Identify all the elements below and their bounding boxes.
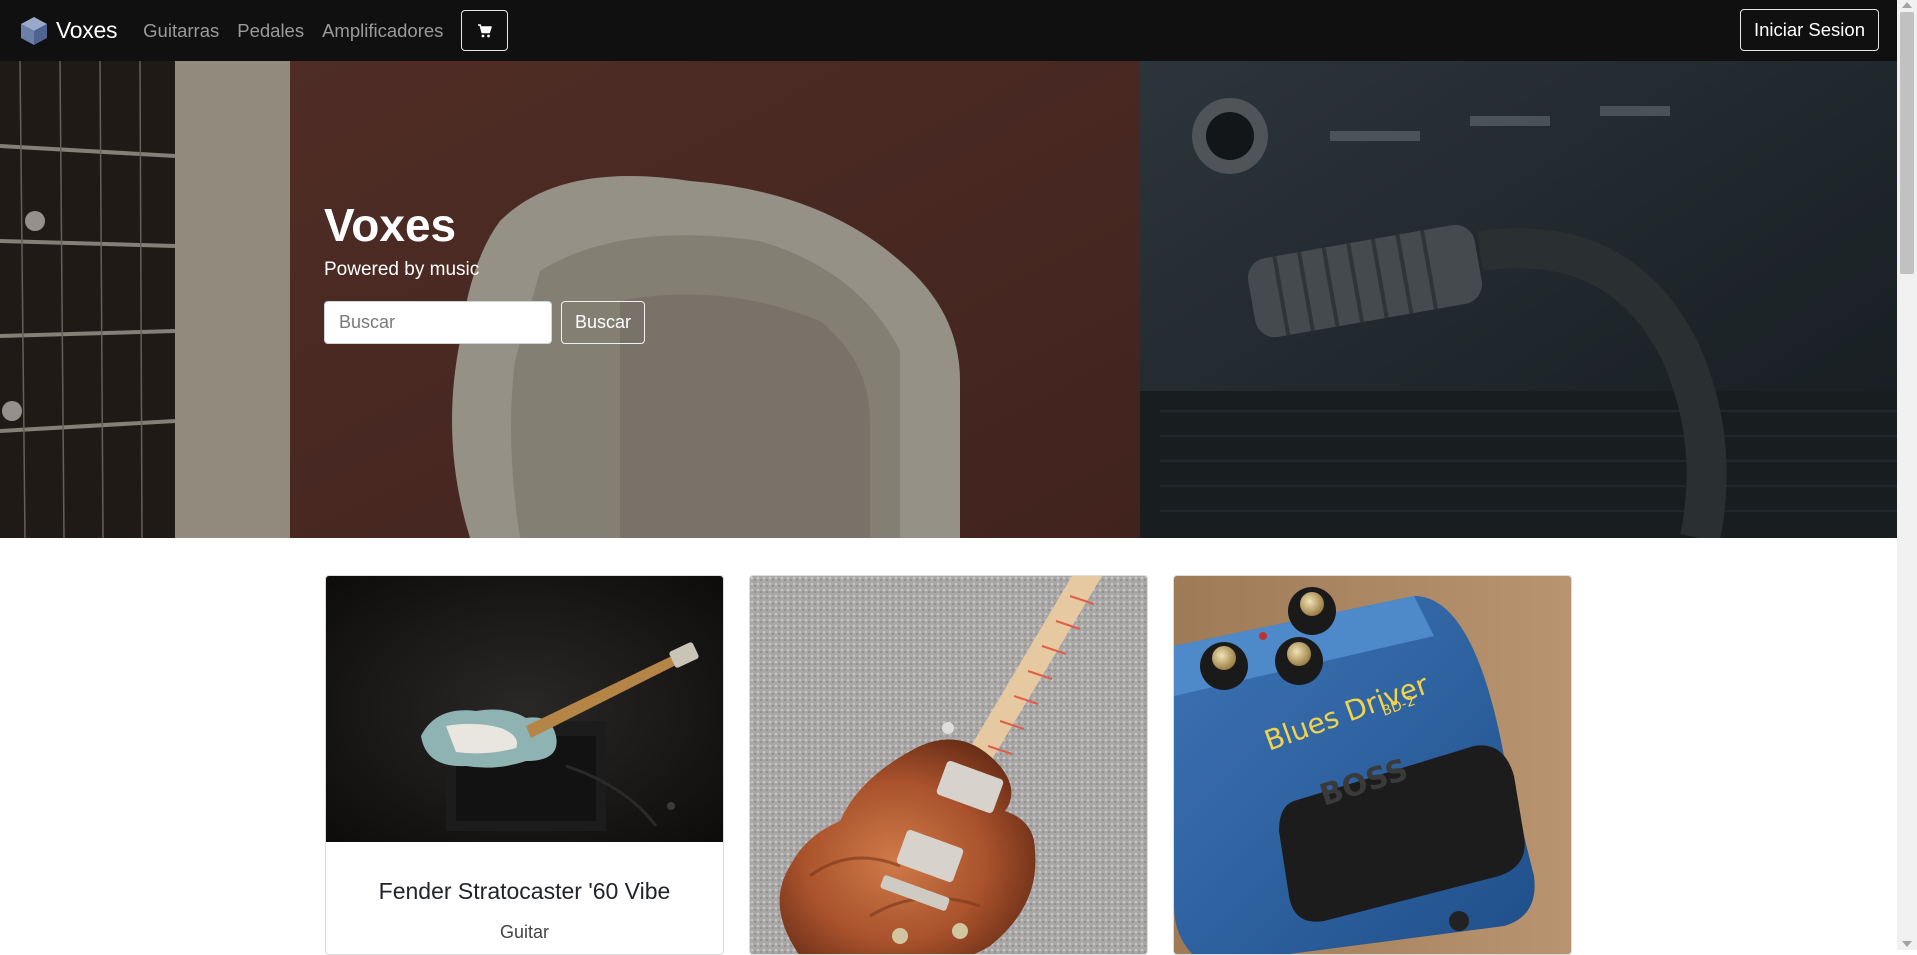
login-button[interactable]: Iniciar Sesion (1739, 9, 1879, 51)
nav-link-amplificadores[interactable]: Amplificadores (322, 20, 443, 42)
product-category: Guitar (499, 922, 550, 942)
cart-button[interactable] (461, 10, 509, 51)
brand-name: Voxes (56, 17, 118, 43)
hero-overlay (0, 61, 1897, 538)
hero-title: Voxes (324, 199, 457, 251)
nav-links: Guitarras Pedales Amplificadores (143, 10, 509, 51)
brand-link[interactable]: Voxes (18, 15, 117, 47)
page-scrollbar[interactable] (1897, 0, 1917, 950)
search-button[interactable]: Buscar (561, 301, 646, 344)
scroll-down-icon[interactable] (1902, 941, 1912, 947)
cart-icon (477, 23, 492, 37)
product-card-pedal[interactable]: Blues Driver BD-2 BOSS (1173, 575, 1572, 955)
product-image[interactable] (326, 576, 723, 842)
nav-link-pedales[interactable]: Pedales (237, 20, 304, 42)
hero-banner: Voxes Powered by music Buscar (0, 61, 1897, 538)
product-title[interactable]: Fender Stratocaster '60 Vibe (326, 878, 723, 905)
scroll-thumb[interactable] (1900, 12, 1914, 274)
hero-subtitle: Powered by music (324, 259, 480, 280)
cube-icon (21, 16, 47, 45)
product-card-stratocaster[interactable]: Fender Stratocaster '60 Vibe Guitar (325, 575, 724, 955)
product-card-guitar[interactable] (749, 575, 1148, 955)
scroll-up-icon[interactable] (1902, 2, 1912, 8)
nav-link-guitarras[interactable]: Guitarras (143, 20, 219, 42)
product-image[interactable] (750, 576, 1147, 954)
navbar: Voxes Guitarras Pedales Amplificadores I… (0, 0, 1897, 61)
product-image[interactable]: Blues Driver BD-2 BOSS (1174, 576, 1571, 954)
search-input[interactable] (324, 301, 552, 344)
